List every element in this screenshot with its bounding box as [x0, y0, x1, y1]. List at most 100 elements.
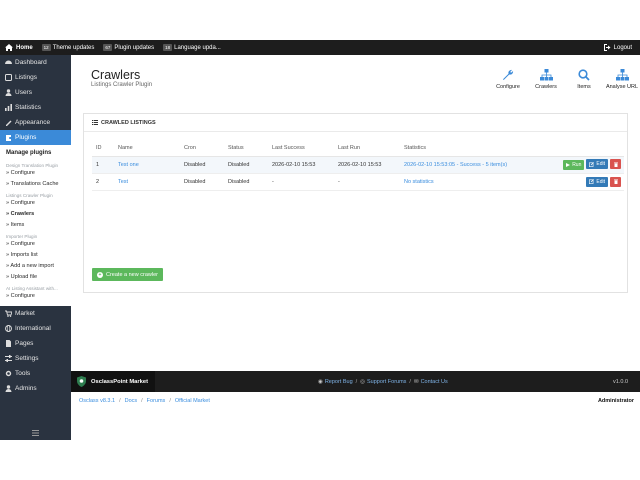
- cell-actions: Run Edit: [552, 156, 624, 174]
- sidebar-item-tools[interactable]: Tools: [0, 366, 71, 381]
- statistics-icon: [4, 104, 12, 112]
- cell-last-run: 2026-02-10 15:53: [334, 156, 400, 174]
- sidebar-item-statistics[interactable]: Statistics: [0, 100, 71, 115]
- forums-link[interactable]: Forums: [147, 398, 166, 404]
- support-icon: ◎: [360, 378, 365, 385]
- report-bug-link[interactable]: Report Bug: [325, 379, 353, 385]
- run-button[interactable]: Run: [563, 159, 585, 170]
- sidebar-item-market[interactable]: Market: [0, 306, 71, 321]
- configure-action-label: Configure: [496, 84, 520, 90]
- sidebar-item-label: Listings: [15, 74, 38, 81]
- edit-button[interactable]: Edit: [586, 159, 608, 170]
- configure-action[interactable]: Configure: [490, 68, 526, 90]
- delete-button[interactable]: [610, 176, 621, 187]
- sidebar-item-international[interactable]: International: [0, 321, 71, 336]
- delete-button[interactable]: [610, 159, 621, 170]
- official-market-link[interactable]: Official Market: [175, 398, 210, 404]
- market-icon: [4, 310, 12, 318]
- table-header-row: ID Name Cron Status Last Success Last Ru…: [92, 141, 624, 157]
- bottom-links: Osclass v8.3.1 / Docs / Forums / Officia…: [79, 392, 210, 410]
- sidebar-item-label: Market: [15, 310, 35, 317]
- envelope-icon: ✉: [413, 378, 419, 385]
- crawlers-action-label: Crawlers: [535, 84, 557, 90]
- edit-button-label: Edit: [596, 178, 605, 185]
- sidebar-item-label: Settings: [15, 355, 39, 362]
- topbar-home-label: Home: [16, 44, 33, 51]
- submenu-link-configure[interactable]: » Configure: [0, 198, 71, 209]
- submenu-link-configure[interactable]: » Configure: [0, 291, 71, 302]
- sitemap-icon: [615, 68, 629, 82]
- contact-us-link[interactable]: Contact Us: [421, 379, 448, 385]
- analyse-url-action-label: Analyse URL: [605, 84, 639, 90]
- sitemap-icon: [539, 68, 553, 82]
- sidebar-item-appearance[interactable]: Appearance: [0, 115, 71, 130]
- submenu-link-items[interactable]: » Items: [0, 220, 71, 231]
- sidebar-item-dashboard[interactable]: Dashboard: [0, 55, 71, 70]
- cell-last-run: -: [334, 173, 400, 191]
- plugin-updates-badge: 67: [103, 44, 113, 51]
- sidebar-item-admins[interactable]: Admins: [0, 381, 71, 396]
- cell-last-success: 2026-02-10 15:53: [268, 156, 334, 174]
- column-header-last-success: Last Success: [268, 141, 334, 157]
- submenu-link-configure[interactable]: » Configure: [0, 239, 71, 250]
- shield-logo-icon: [77, 376, 86, 387]
- sidebar-item-users[interactable]: Users: [0, 85, 71, 100]
- footer-brand-label: OsclassPoint Market: [91, 378, 149, 385]
- sidebar-item-settings[interactable]: Settings: [0, 351, 71, 366]
- submenu-manage-plugins[interactable]: Manage plugins: [0, 147, 71, 160]
- table-row: 2 Test Disabled Disabled - - No statisti…: [92, 173, 624, 191]
- submenu-link-add-import[interactable]: » Add a new import: [0, 261, 71, 272]
- topbar-language-updates[interactable]: 18 Language upda...: [163, 44, 221, 51]
- docs-link[interactable]: Docs: [125, 398, 138, 404]
- submenu-link-imports-list[interactable]: » Imports list: [0, 250, 71, 261]
- logout-icon: [603, 44, 611, 51]
- sidebar-item-label: Statistics: [15, 104, 42, 111]
- globe-icon: [4, 325, 12, 333]
- topbar-home-link[interactable]: Home: [5, 44, 33, 51]
- bottom-bar: Osclass v8.3.1 / Docs / Forums / Officia…: [71, 392, 640, 410]
- items-action[interactable]: Items: [566, 68, 602, 90]
- sidebar-item-label: Users: [15, 89, 32, 96]
- run-button-label: Run: [572, 161, 582, 168]
- submenu-group-ai-listing-assistant: AI Listing Assistant with...: [6, 286, 58, 291]
- sidebar-collapse-button[interactable]: [0, 428, 71, 438]
- submenu-group-design-translation: Design Translation Plugin: [6, 163, 59, 168]
- trash-icon: [613, 162, 618, 167]
- topbar-theme-updates[interactable]: 12 Theme updates: [41, 44, 94, 51]
- submenu-link-upload-file[interactable]: » Upload file: [0, 272, 71, 283]
- tools-icon: [4, 370, 12, 378]
- support-forums-link[interactable]: Support Forums: [367, 379, 406, 385]
- submenu-link-translations-cache[interactable]: » Translations Cache: [0, 179, 71, 190]
- cell-cron: Disabled: [180, 173, 224, 191]
- osclass-version-link[interactable]: Osclass v8.3.1: [79, 398, 115, 404]
- sidebar-item-listings[interactable]: Listings: [0, 70, 71, 85]
- dashboard-icon: [4, 59, 12, 67]
- theme-updates-badge: 12: [41, 44, 51, 51]
- plugin-updates-label: Plugin updates: [114, 44, 155, 51]
- submenu-link-configure[interactable]: » Configure: [0, 168, 71, 179]
- page-title: Crawlers: [91, 68, 141, 82]
- sidebar-item-label: Dashboard: [15, 59, 47, 66]
- edit-button[interactable]: Edit: [586, 176, 608, 187]
- cell-cron: Disabled: [180, 156, 224, 174]
- crawlers-action[interactable]: Crawlers: [528, 68, 564, 90]
- plugins-submenu: Manage plugins Design Translation Plugin…: [0, 145, 71, 306]
- crawler-name-link[interactable]: Test: [118, 179, 128, 185]
- items-action-label: Items: [577, 84, 591, 90]
- edit-icon: [589, 179, 595, 184]
- create-crawler-button[interactable]: + Create a new crawler: [92, 268, 163, 281]
- footer-version: v1.0.0: [613, 378, 628, 385]
- statistics-link[interactable]: No statistics: [404, 179, 434, 185]
- statistics-link[interactable]: 2026-02-10 15:53:05 - Success - 5 item(s…: [404, 162, 507, 168]
- cell-id: 2: [92, 173, 114, 191]
- submenu-link-crawlers[interactable]: » Crawlers: [0, 209, 71, 220]
- crawler-name-link[interactable]: Test one: [118, 162, 139, 168]
- footer-brand[interactable]: OsclassPoint Market: [71, 371, 155, 392]
- analyse-url-action[interactable]: Analyse URL: [604, 68, 640, 90]
- edit-icon: [589, 161, 595, 167]
- sidebar-item-pages[interactable]: Pages: [0, 336, 71, 351]
- logout-link[interactable]: Logout: [603, 40, 632, 55]
- topbar-plugin-updates[interactable]: 67 Plugin updates: [103, 44, 154, 51]
- settings-icon: [4, 355, 12, 363]
- sidebar-item-plugins[interactable]: Plugins: [0, 130, 71, 145]
